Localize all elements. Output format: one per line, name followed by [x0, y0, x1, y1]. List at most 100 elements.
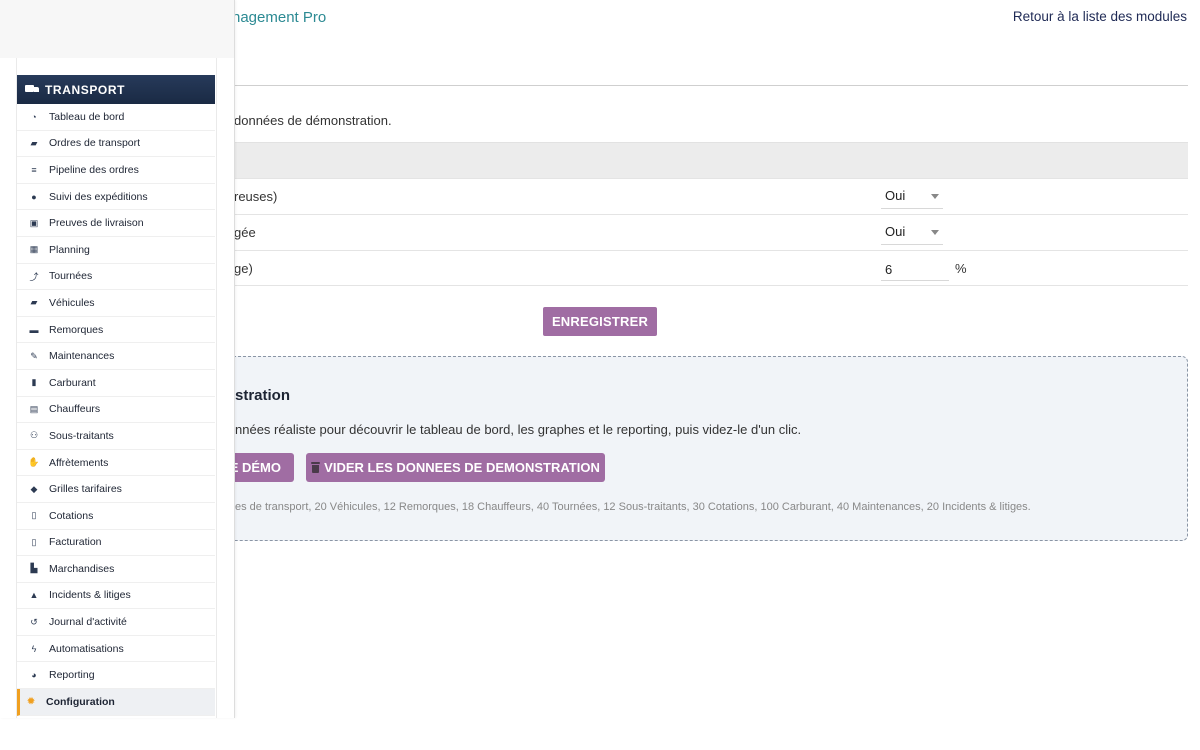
sidebar-item-sous-traitants[interactable]: ⚇ Sous-traitants — [17, 423, 215, 450]
setting-label: ge) — [234, 261, 253, 276]
demo-data-panel: stration nnées réaliste pour découvrir l… — [222, 356, 1188, 541]
sidebar-header: TRANSPORT — [17, 75, 215, 104]
sidebar-item-label: Tableau de bord — [49, 110, 125, 123]
settings-row: gée Oui — [234, 214, 1188, 250]
sidebar-item-planning[interactable]: ▦ Planning — [17, 237, 215, 264]
truck-loading-icon: ▰ — [30, 137, 38, 148]
file-invoice-dollar-icon: ▯ — [31, 536, 37, 547]
truck-icon: ▰ — [30, 297, 38, 308]
boxes-icon: ▙ — [30, 563, 38, 574]
sidebar-item-label: Tournées — [49, 270, 93, 283]
demo-panel-note: es de transport, 20 Véhicules, 12 Remorq… — [235, 501, 1031, 513]
file-invoice-icon: ▯ — [31, 510, 37, 521]
sidebar-item-remorques[interactable]: ▬ Remorques — [17, 317, 215, 344]
sidebar-item-carburant[interactable]: ▮ Carburant — [17, 370, 215, 397]
setting-select[interactable]: Oui — [881, 223, 943, 245]
setting-select-value: Oui — [885, 188, 906, 203]
trash-icon — [311, 462, 321, 473]
sidebar-item-chauffeurs[interactable]: ▤ Chauffeurs — [17, 397, 215, 424]
sidebar-item-label: Suivi des expéditions — [49, 190, 148, 203]
sidebar-menu: ◔ Tableau de bord ▰ Ordres de transport ≡ Pip… — [17, 104, 215, 716]
sidebar-item-label: Cotations — [49, 509, 94, 522]
demo-panel-description: nnées réaliste pour découvrir le tableau… — [235, 422, 802, 437]
sidebar-item-affretements[interactable]: ✋ Affrètements — [17, 450, 215, 477]
sidebar-header-label: TRANSPORT — [45, 82, 126, 97]
setting-select-value: Oui — [885, 224, 906, 239]
clear-demo-button[interactable]: VIDER LES DONNEES DE DEMONSTRATION — [306, 453, 605, 482]
sidebar-item-tournees[interactable]: ⤴ Tournées — [17, 264, 215, 291]
setting-select[interactable]: Oui — [881, 187, 943, 209]
map-marker-icon: ● — [31, 191, 37, 202]
sidebar-item-label: Chauffeurs — [49, 403, 101, 416]
calendar-icon: ▦ — [29, 244, 39, 255]
route-icon: ⤴ — [29, 271, 39, 282]
sidebar-item-label: Planning — [49, 243, 90, 256]
truck-icon — [25, 84, 39, 95]
sidebar-item-label: Carburant — [49, 376, 96, 389]
caret-down-icon — [931, 194, 939, 199]
sidebar-item-pipeline-des-ordres[interactable]: ≡ Pipeline des ordres — [17, 157, 215, 184]
demo-panel-title: stration — [235, 387, 291, 404]
back-to-modules-link[interactable]: Retour à la liste des modules — [1013, 9, 1187, 24]
id-card-icon: ▤ — [29, 403, 39, 414]
people-carry-icon: ⚇ — [29, 430, 39, 441]
settings-table: reuses) Oui gée Oui ge) % — [234, 142, 1188, 286]
sidebar-item-ordres-de-transport[interactable]: ▰ Ordres de transport — [17, 131, 215, 158]
bolt-icon: ϟ — [31, 643, 37, 654]
sidebar-item-incidents-litiges[interactable]: ▲ Incidents & litiges — [17, 583, 215, 610]
settings-row: reuses) Oui — [234, 178, 1188, 214]
sidebar-item-configuration[interactable]: ✹ Configuration — [17, 689, 215, 716]
tags-icon: ◆ — [30, 483, 38, 494]
settings-table-header — [234, 142, 1188, 178]
sidebar-item-label: Ordres de transport — [49, 137, 141, 150]
sidebar: TRANSPORT ◔ Tableau de bord ▰ Ordres de tra… — [0, 0, 235, 718]
divider — [234, 85, 1188, 86]
sidebar-item-facturation[interactable]: ▯ Facturation — [17, 530, 215, 557]
trailer-icon: ▬ — [29, 324, 39, 335]
gauge-icon: ◔ — [31, 111, 37, 122]
sidebar-item-label: Configuration — [46, 695, 115, 708]
sidebar-item-cotations[interactable]: ▯ Cotations — [17, 503, 215, 530]
settings-row: ge) % — [234, 250, 1188, 286]
sidebar-item-grilles-tarifaires[interactable]: ◆ Grilles tarifaires — [17, 476, 215, 503]
sidebar-item-label: Marchandises — [49, 562, 115, 575]
sidebar-item-reporting[interactable]: ◕ Reporting — [17, 662, 215, 690]
sidebar-item-suivi-des-expeditions[interactable]: ● Suivi des expéditions — [17, 184, 215, 211]
setting-number-input[interactable] — [881, 258, 949, 281]
sidebar-item-label: Incidents & litiges — [49, 589, 131, 602]
sidebar-item-label: Reporting — [49, 669, 95, 682]
wrench-icon: ✎ — [30, 350, 38, 361]
clipboard-check-icon: ▣ — [29, 217, 39, 228]
handshake-icon: ✋ — [28, 457, 40, 468]
page-title: nagement Pro — [232, 9, 327, 26]
chart-pie-icon: ◕ — [31, 670, 37, 681]
sidebar-item-label: Remorques — [49, 323, 104, 336]
sidebar-item-journal-d-activite[interactable]: ↺ Journal d'activité — [17, 609, 215, 636]
sidebar-item-label: Sous-traitants — [49, 429, 114, 442]
sidebar-item-maintenances[interactable]: ✎ Maintenances — [17, 343, 215, 370]
bars-icon: ≡ — [31, 164, 37, 175]
sidebar-item-vehicules[interactable]: ▰ Véhicules — [17, 290, 215, 317]
setting-label: reuses) — [234, 189, 278, 204]
sidebar-item-label: Affrètements — [49, 456, 109, 469]
setting-label: gée — [234, 225, 256, 240]
caret-down-icon — [931, 230, 939, 235]
sidebar-item-preuves-de-livraison[interactable]: ▣ Preuves de livraison — [17, 210, 215, 237]
sidebar-item-label: Maintenances — [49, 350, 115, 363]
clear-demo-label: VIDER LES DONNEES DE DEMONSTRATION — [324, 460, 600, 475]
sidebar-item-marchandises[interactable]: ▙ Marchandises — [17, 556, 215, 583]
warning-icon: ▲ — [29, 590, 39, 601]
save-button[interactable]: ENREGISTRER — [543, 307, 657, 336]
intro-text: données de démonstration. — [234, 113, 392, 128]
sidebar-item-label: Facturation — [49, 536, 102, 549]
sidebar-item-label: Preuves de livraison — [49, 217, 144, 230]
sidebar-item-label: Véhicules — [49, 296, 95, 309]
gas-pump-icon: ▮ — [31, 377, 37, 388]
sidebar-item-label: Grilles tarifaires — [49, 483, 122, 496]
sidebar-item-label: Pipeline des ordres — [49, 163, 139, 176]
sidebar-item-label: Automatisations — [49, 642, 124, 655]
sidebar-item-label: Journal d'activité — [49, 616, 127, 629]
sidebar-item-tableau-de-bord[interactable]: ◔ Tableau de bord — [17, 104, 215, 131]
gear-icon: ✹ — [27, 696, 35, 707]
sidebar-item-automatisations[interactable]: ϟ Automatisations — [17, 636, 215, 663]
